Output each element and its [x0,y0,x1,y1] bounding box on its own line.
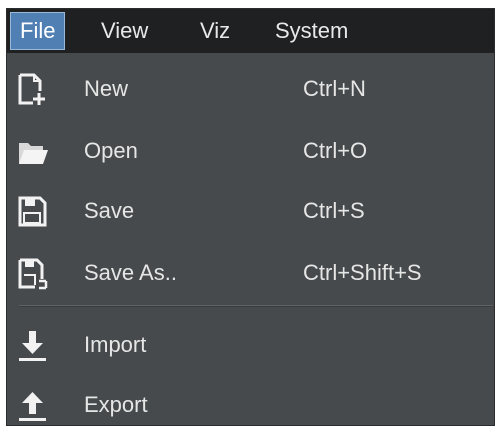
menu-item-label: New [84,76,129,101]
menu-item-save[interactable]: Save Ctrl+S [7,181,494,241]
app-window: File View Viz System New Ctrl+N Open Ctr… [6,8,495,426]
menu-item-open[interactable]: Open Ctrl+O [7,121,494,181]
menu-system[interactable]: System [275,9,348,53]
menu-file[interactable]: File [10,12,66,50]
menu-item-save-as[interactable]: Save As.. Ctrl+Shift+S [7,243,494,303]
menu-viz[interactable]: Viz [200,9,230,53]
import-arrow-icon [19,331,46,361]
menu-separator [19,305,493,307]
menu-item-shortcut: Ctrl+N [303,76,366,101]
menu-item-new[interactable]: New Ctrl+N [7,59,494,119]
export-arrow-icon [19,392,46,421]
menu-item-shortcut: Ctrl+S [303,198,365,223]
menu-item-label: Save [84,198,135,223]
menu-item-label: Open [84,138,138,163]
file-dropdown-menu: New Ctrl+N Open Ctrl+O Save Ctrl+S Save … [7,53,494,425]
menu-item-shortcut: Ctrl+O [303,138,368,163]
menu-bar: File View Viz System [7,9,494,53]
menu-item-label: Save As.. [84,260,177,285]
menu-item-shortcut: Ctrl+Shift+S [303,260,422,285]
new-file-icon [18,73,45,105]
folder-open-icon [19,143,48,164]
menu-item-import[interactable]: Import [7,315,494,375]
menu-item-export[interactable]: Export [7,375,494,435]
menu-view[interactable]: View [101,9,148,53]
save-as-icon [18,258,48,290]
menu-item-label: Export [84,392,148,417]
menu-item-label: Import [84,332,147,357]
floppy-icon [18,196,47,227]
